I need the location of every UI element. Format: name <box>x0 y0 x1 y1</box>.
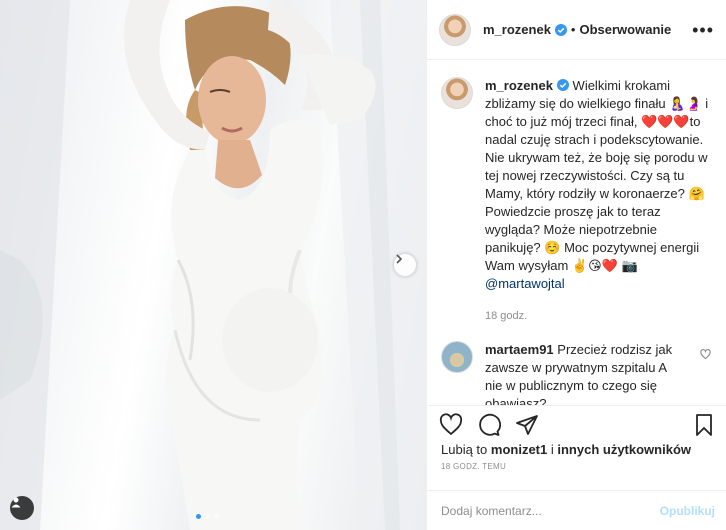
more-horizontal-icon[interactable]: ••• <box>692 21 714 39</box>
carousel-next-button[interactable] <box>394 254 416 276</box>
commenter-username[interactable]: martaem91 <box>485 342 554 357</box>
likes-prefix: Lubią to <box>441 442 488 457</box>
author-avatar[interactable] <box>439 13 471 46</box>
post-sidebar: m_rozenek • Obserwowanie ••• m_rozenek W… <box>426 0 726 530</box>
post-photo[interactable] <box>0 0 426 530</box>
caption-author-username[interactable]: m_rozenek <box>485 78 553 93</box>
post-caption: m_rozenek Wielkimi krokami zbliżamy się … <box>441 77 715 325</box>
carousel-indicator <box>196 514 219 519</box>
author-username[interactable]: m_rozenek <box>483 22 551 37</box>
carousel-dot <box>214 514 219 519</box>
tagged-users-button[interactable] <box>10 496 34 520</box>
save-bookmark-icon[interactable] <box>693 413 715 437</box>
add-comment-form: Opublikuj <box>427 490 726 530</box>
chevron-right-icon <box>396 254 403 264</box>
caption-timestamp[interactable]: 18 godz. <box>485 307 713 325</box>
instagram-post-modal: m_rozenek • Obserwowanie ••• m_rozenek W… <box>0 0 726 530</box>
post-header: m_rozenek • Obserwowanie ••• <box>427 0 726 60</box>
verified-badge-icon <box>556 79 569 91</box>
caption-text: Wielkimi krokami zbliżamy się do wielkie… <box>485 78 709 273</box>
share-paper-plane-icon[interactable] <box>515 413 539 437</box>
caption-mention-link[interactable]: @martawojtal <box>485 276 565 291</box>
commenter-avatar[interactable] <box>441 341 473 373</box>
action-bar <box>427 406 726 438</box>
likes-connector: i <box>550 442 554 457</box>
post-date[interactable]: 18 GODZ. TEMU <box>427 457 726 471</box>
likes-user-link[interactable]: monizet1 <box>491 442 547 457</box>
likes-summary: Lubią to monizet1 i innych użytkowników <box>427 438 726 457</box>
comment-item: martaem91 Przecież rodzisz jak zawsze w … <box>441 341 715 405</box>
comments-list[interactable]: m_rozenek Wielkimi krokami zbliżamy się … <box>427 61 726 405</box>
like-heart-icon[interactable] <box>439 413 463 437</box>
verified-badge-icon <box>554 23 567 36</box>
like-comment-heart-icon[interactable] <box>700 349 711 360</box>
publish-button[interactable]: Opublikuj <box>660 504 715 518</box>
separator-dot: • <box>570 22 576 37</box>
user-icon <box>11 497 21 508</box>
following-button[interactable]: Obserwowanie <box>579 22 671 37</box>
comment-bubble-icon[interactable] <box>477 413 501 437</box>
post-image-illustration <box>0 0 426 530</box>
comment-body: martaem91 Przecież rodzisz jak zawsze w … <box>485 341 685 405</box>
comment-input[interactable] <box>441 503 660 518</box>
caption-author-avatar[interactable] <box>441 77 473 109</box>
post-actions-area: Lubią to monizet1 i innych użytkowników … <box>427 405 726 471</box>
caption-body: m_rozenek Wielkimi krokami zbliżamy się … <box>485 77 713 325</box>
likes-others-link[interactable]: innych użytkowników <box>557 442 691 457</box>
carousel-dot <box>205 514 210 519</box>
carousel-dot-active <box>196 514 201 519</box>
